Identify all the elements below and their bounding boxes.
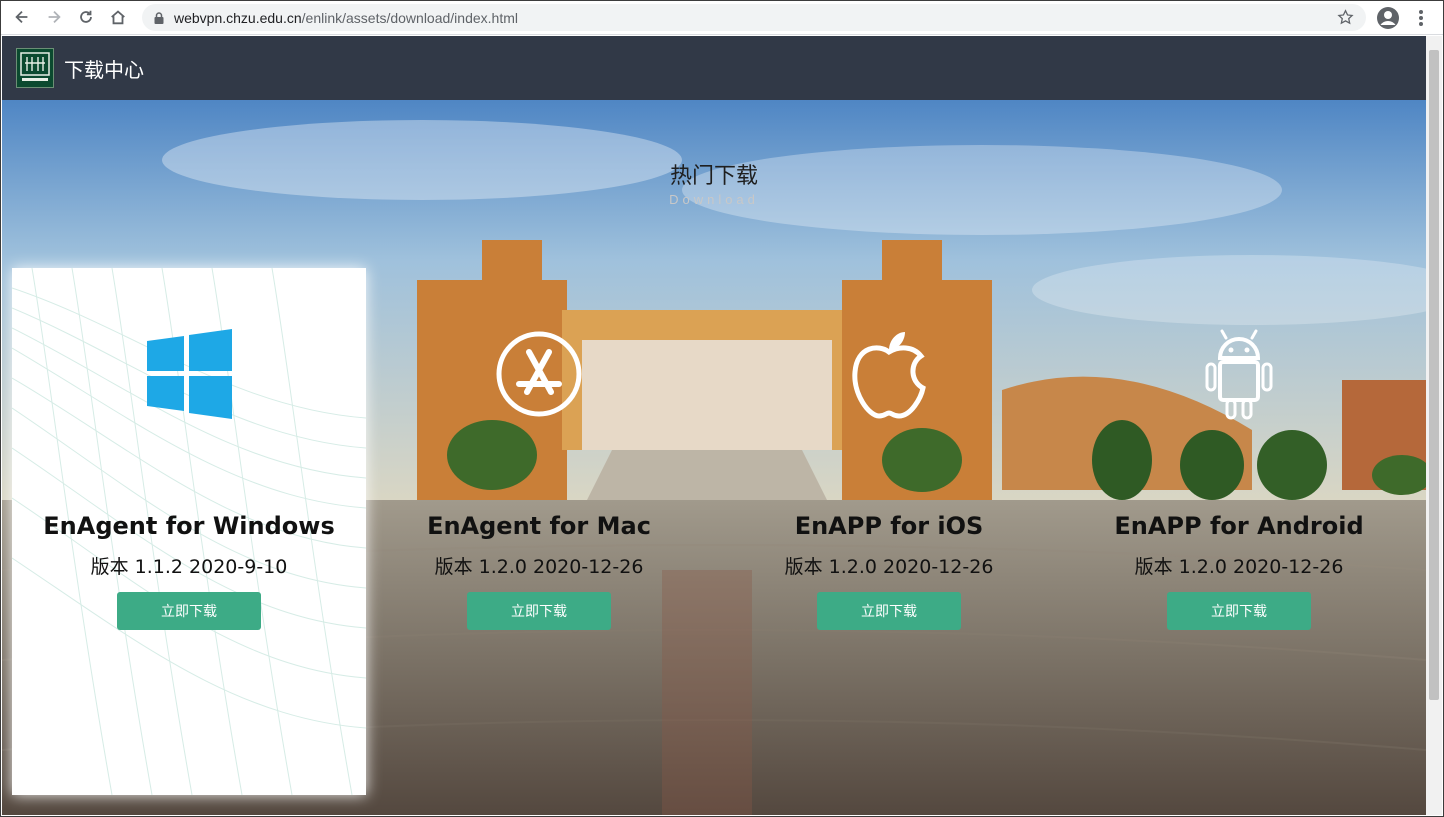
url-text: webvpn.chzu.edu.cn/enlink/assets/downloa… xyxy=(174,10,518,26)
windows-icon xyxy=(139,324,239,424)
card-version: 版本 1.2.0 2020-12-26 xyxy=(784,556,994,578)
section-title: 热门下载 xyxy=(669,164,758,189)
lock-icon xyxy=(154,11,164,24)
page-viewport: 下载中心 热门下载 Download EnAgent for Windows 版… xyxy=(2,36,1426,815)
card-version: 版本 1.2.0 2020-12-26 xyxy=(434,556,644,578)
download-button[interactable]: 立即下载 xyxy=(817,592,961,630)
android-icon xyxy=(1189,324,1289,424)
card-title: EnAgent for Windows xyxy=(43,512,335,540)
card-version: 版本 1.1.2 2020-9-10 xyxy=(90,556,288,578)
address-bar[interactable]: webvpn.chzu.edu.cn/enlink/assets/downloa… xyxy=(142,4,1366,31)
profile-avatar-icon[interactable] xyxy=(1376,6,1400,30)
card-title: EnAPP for Android xyxy=(1114,512,1364,540)
hero-section: 热门下载 Download EnAgent for Windows 版本 1.1… xyxy=(2,100,1426,815)
card-version: 版本 1.2.0 2020-12-26 xyxy=(1134,556,1344,578)
home-icon[interactable] xyxy=(104,3,132,31)
bookmark-star-icon[interactable] xyxy=(1337,9,1354,26)
app-store-icon xyxy=(489,324,589,424)
url-host: webvpn.chzu.edu.cn xyxy=(174,9,302,26)
download-button[interactable]: 立即下载 xyxy=(1167,592,1311,630)
download-button[interactable]: 立即下载 xyxy=(467,592,611,630)
scrollbar-thumb[interactable] xyxy=(1429,50,1439,700)
site-header: 下载中心 xyxy=(2,36,1426,100)
university-logo[interactable] xyxy=(16,48,54,88)
back-icon[interactable] xyxy=(8,3,36,31)
card-title: EnAgent for Mac xyxy=(427,512,651,540)
card-title: EnAPP for iOS xyxy=(794,512,984,540)
download-card-android[interactable]: EnAPP for Android 版本 1.2.0 2020-12-26 立即… xyxy=(1062,268,1416,795)
forward-icon[interactable] xyxy=(40,3,68,31)
download-card-windows[interactable]: EnAgent for Windows 版本 1.1.2 2020-9-10 立… xyxy=(12,268,366,795)
download-button[interactable]: 立即下载 xyxy=(117,592,261,630)
browser-menu-icon[interactable] xyxy=(1410,6,1432,30)
reload-icon[interactable] xyxy=(72,3,100,31)
url-path: /enlink/assets/download/index.html xyxy=(301,9,518,26)
download-card-ios[interactable]: EnAPP for iOS 版本 1.2.0 2020-12-26 立即下载 xyxy=(712,268,1066,795)
apple-icon xyxy=(839,324,939,424)
download-card-mac[interactable]: EnAgent for Mac 版本 1.2.0 2020-12-26 立即下载 xyxy=(362,268,716,795)
site-title: 下载中心 xyxy=(64,57,144,82)
section-subtitle: Download xyxy=(669,192,759,207)
browser-toolbar: webvpn.chzu.edu.cn/enlink/assets/downloa… xyxy=(0,0,1444,35)
